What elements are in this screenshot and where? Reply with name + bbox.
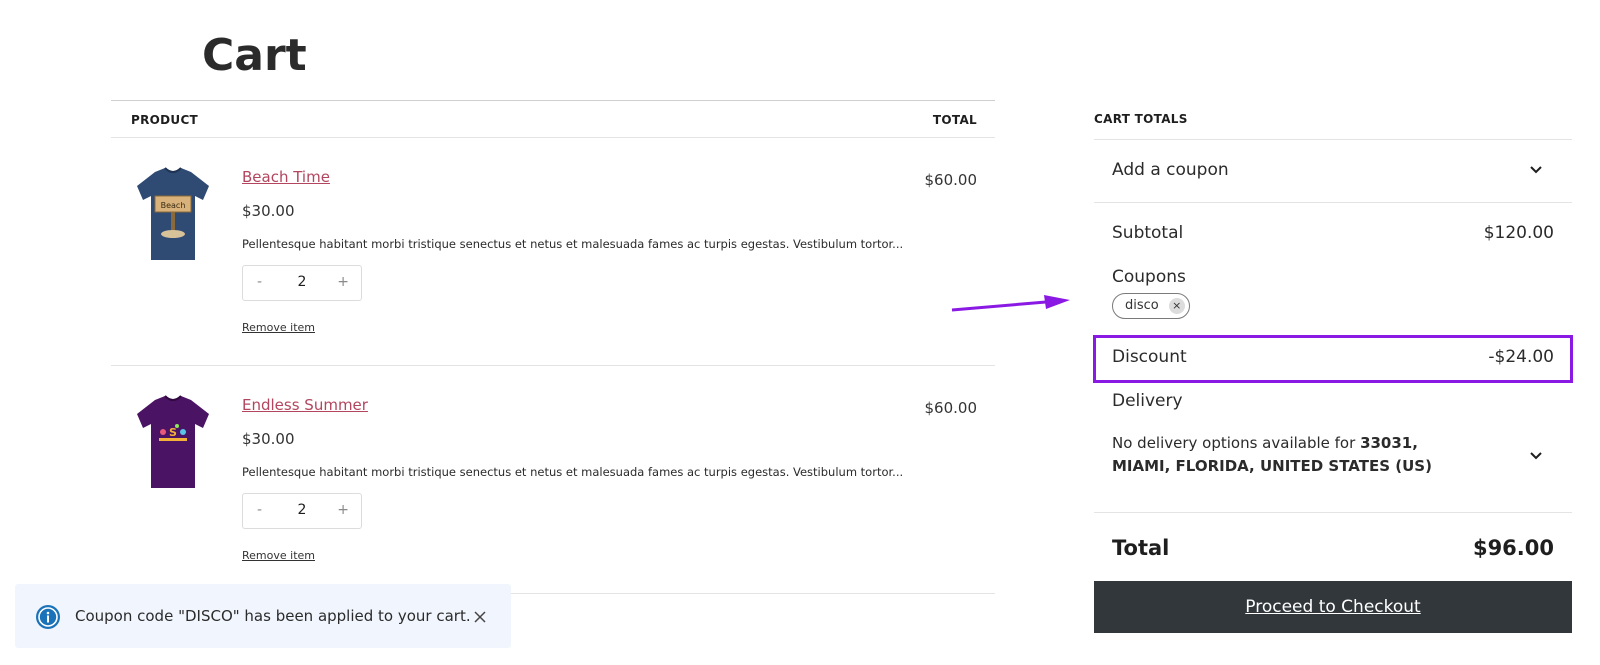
coupons-label: Coupons [1112,267,1186,287]
product-description: Pellentesque habitant morbi tristique se… [242,237,904,251]
cart-products-table: PRODUCT TOTAL Beach Beach Time $30.00 Pe… [111,100,995,594]
add-coupon-label: Add a coupon [1112,160,1229,180]
divider [1094,512,1572,513]
cart-item-row: S Endless Summer $30.00 Pellentesque hab… [111,366,995,594]
coupon-applied-notice: Coupon code "DISCO" has been applied to … [15,584,511,648]
cart-totals-title: CART TOTALS [1094,112,1188,126]
line-total: $60.00 [924,399,978,417]
page-title: Cart [202,30,307,81]
delivery-message-prefix: No delivery options available for [1112,434,1361,452]
notice-text: Coupon code "DISCO" has been applied to … [75,607,471,625]
add-coupon-toggle[interactable]: Add a coupon [1094,140,1572,203]
svg-text:Beach: Beach [161,201,186,210]
discount-label: Discount [1112,347,1187,367]
quantity-increase-button[interactable]: + [337,502,349,518]
line-total: $60.00 [924,171,978,189]
product-name-link[interactable]: Endless Summer [242,396,368,414]
proceed-to-checkout-button[interactable]: Proceed to Checkout [1094,581,1572,633]
chevron-down-icon [1530,166,1542,174]
subtotal-value: $120.00 [1483,223,1554,243]
discount-value: -$24.00 [1488,347,1554,367]
beach-time-tshirt-image[interactable]: Beach [133,166,213,266]
product-column-header: PRODUCT [131,113,199,127]
annotation-arrow [951,295,1070,312]
applied-coupon-chip: disco × [1112,293,1190,319]
close-icon[interactable] [473,610,487,624]
quantity-increase-button[interactable]: + [337,274,349,290]
endless-summer-tshirt-image[interactable]: S [133,394,213,494]
total-label: Total [1112,536,1170,560]
remove-item-link[interactable]: Remove item [242,321,315,334]
product-description: Pellentesque habitant morbi tristique se… [242,465,904,479]
cart-totals-panel: CART TOTALS Add a coupon Subtotal $120.0… [1093,100,1573,633]
remove-coupon-button[interactable]: × [1168,298,1185,314]
quantity-stepper: - 2 + [242,265,362,301]
unit-price: $30.00 [242,430,295,448]
total-column-header: TOTAL [932,113,977,127]
unit-price: $30.00 [242,202,295,220]
table-header: PRODUCT TOTAL [111,100,995,138]
delivery-label: Delivery [1112,391,1183,411]
subtotal-label: Subtotal [1112,223,1184,243]
info-icon [36,605,60,629]
chevron-down-icon[interactable] [1530,450,1542,462]
remove-item-link[interactable]: Remove item [242,549,315,562]
coupon-code: disco [1125,298,1159,313]
cart-totals-heading: CART TOTALS [1094,100,1572,140]
cart-item-row: Beach Beach Time $30.00 Pellentesque hab… [111,138,995,366]
total-value: $96.00 [1472,536,1554,560]
svg-text:S: S [169,426,177,439]
quantity-stepper: - 2 + [242,493,362,529]
product-name-link[interactable]: Beach Time [242,168,330,186]
delivery-message: No delivery options available for 33031,… [1112,432,1472,478]
